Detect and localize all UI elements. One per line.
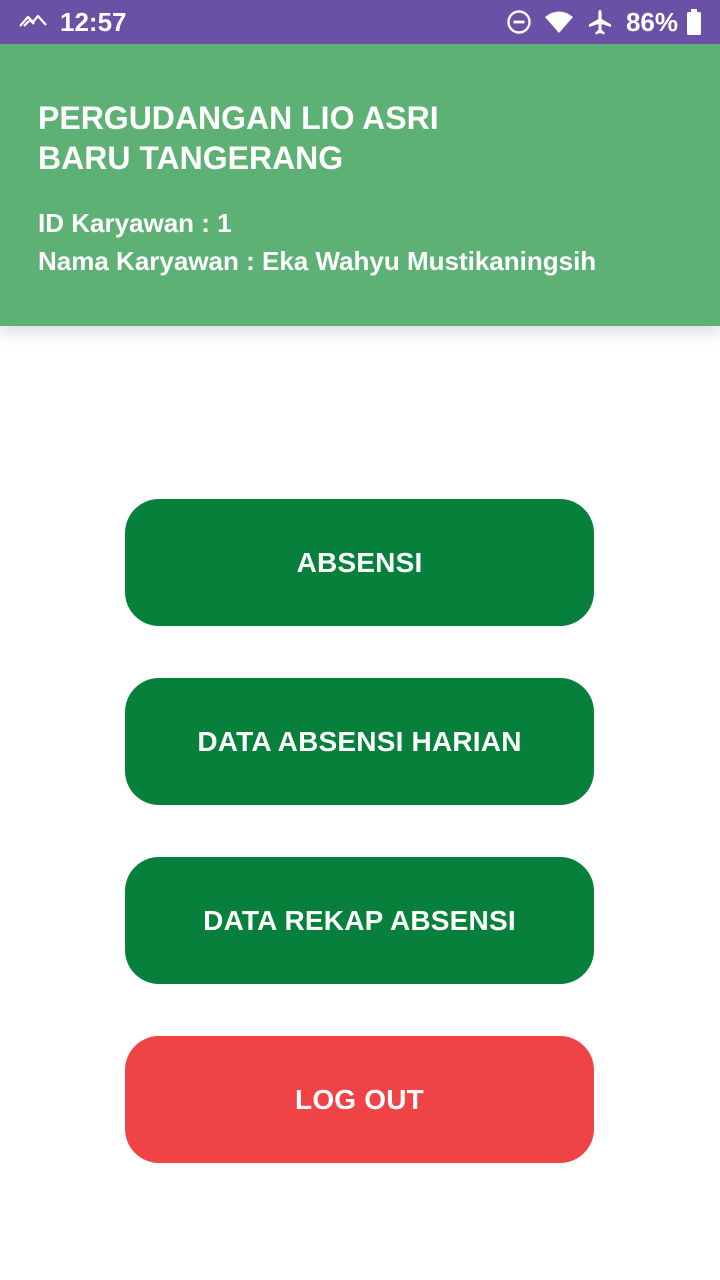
status-bar: 12:57 86% [0, 0, 720, 44]
wifi-icon [544, 10, 574, 34]
main-menu: ABSENSI DATA ABSENSI HARIAN DATA REKAP A… [125, 499, 594, 1215]
absensi-button[interactable]: ABSENSI [125, 499, 594, 626]
employee-name: Nama Karyawan : Eka Wahyu Mustikaningsih [38, 246, 597, 276]
battery-percent: 86% [625, 6, 678, 37]
data-rekap-absensi-button[interactable]: DATA REKAP ABSENSI [125, 857, 594, 984]
data-absensi-harian-button[interactable]: DATA ABSENSI HARIAN [125, 678, 594, 805]
status-bar-right: 86% [494, 7, 702, 38]
status-time: 12:57 [60, 6, 127, 37]
signal-icon [18, 10, 48, 35]
employee-id: ID Karyawan : 1 [38, 208, 232, 238]
battery-icon [686, 9, 702, 35]
status-bar-left: 12:57 [18, 7, 127, 38]
company-name-line1: PERGUDANGAN LIO ASRI [38, 100, 439, 136]
company-name-line2: BARU TANGERANG [38, 140, 344, 176]
company-name: PERGUDANGAN LIO ASRI BARU TANGERANG [38, 98, 682, 178]
do-not-disturb-icon [506, 9, 532, 35]
airplane-icon [586, 8, 614, 36]
logout-button[interactable]: LOG OUT [125, 1036, 594, 1163]
app-header: PERGUDANGAN LIO ASRI BARU TANGERANG ID K… [0, 44, 720, 326]
